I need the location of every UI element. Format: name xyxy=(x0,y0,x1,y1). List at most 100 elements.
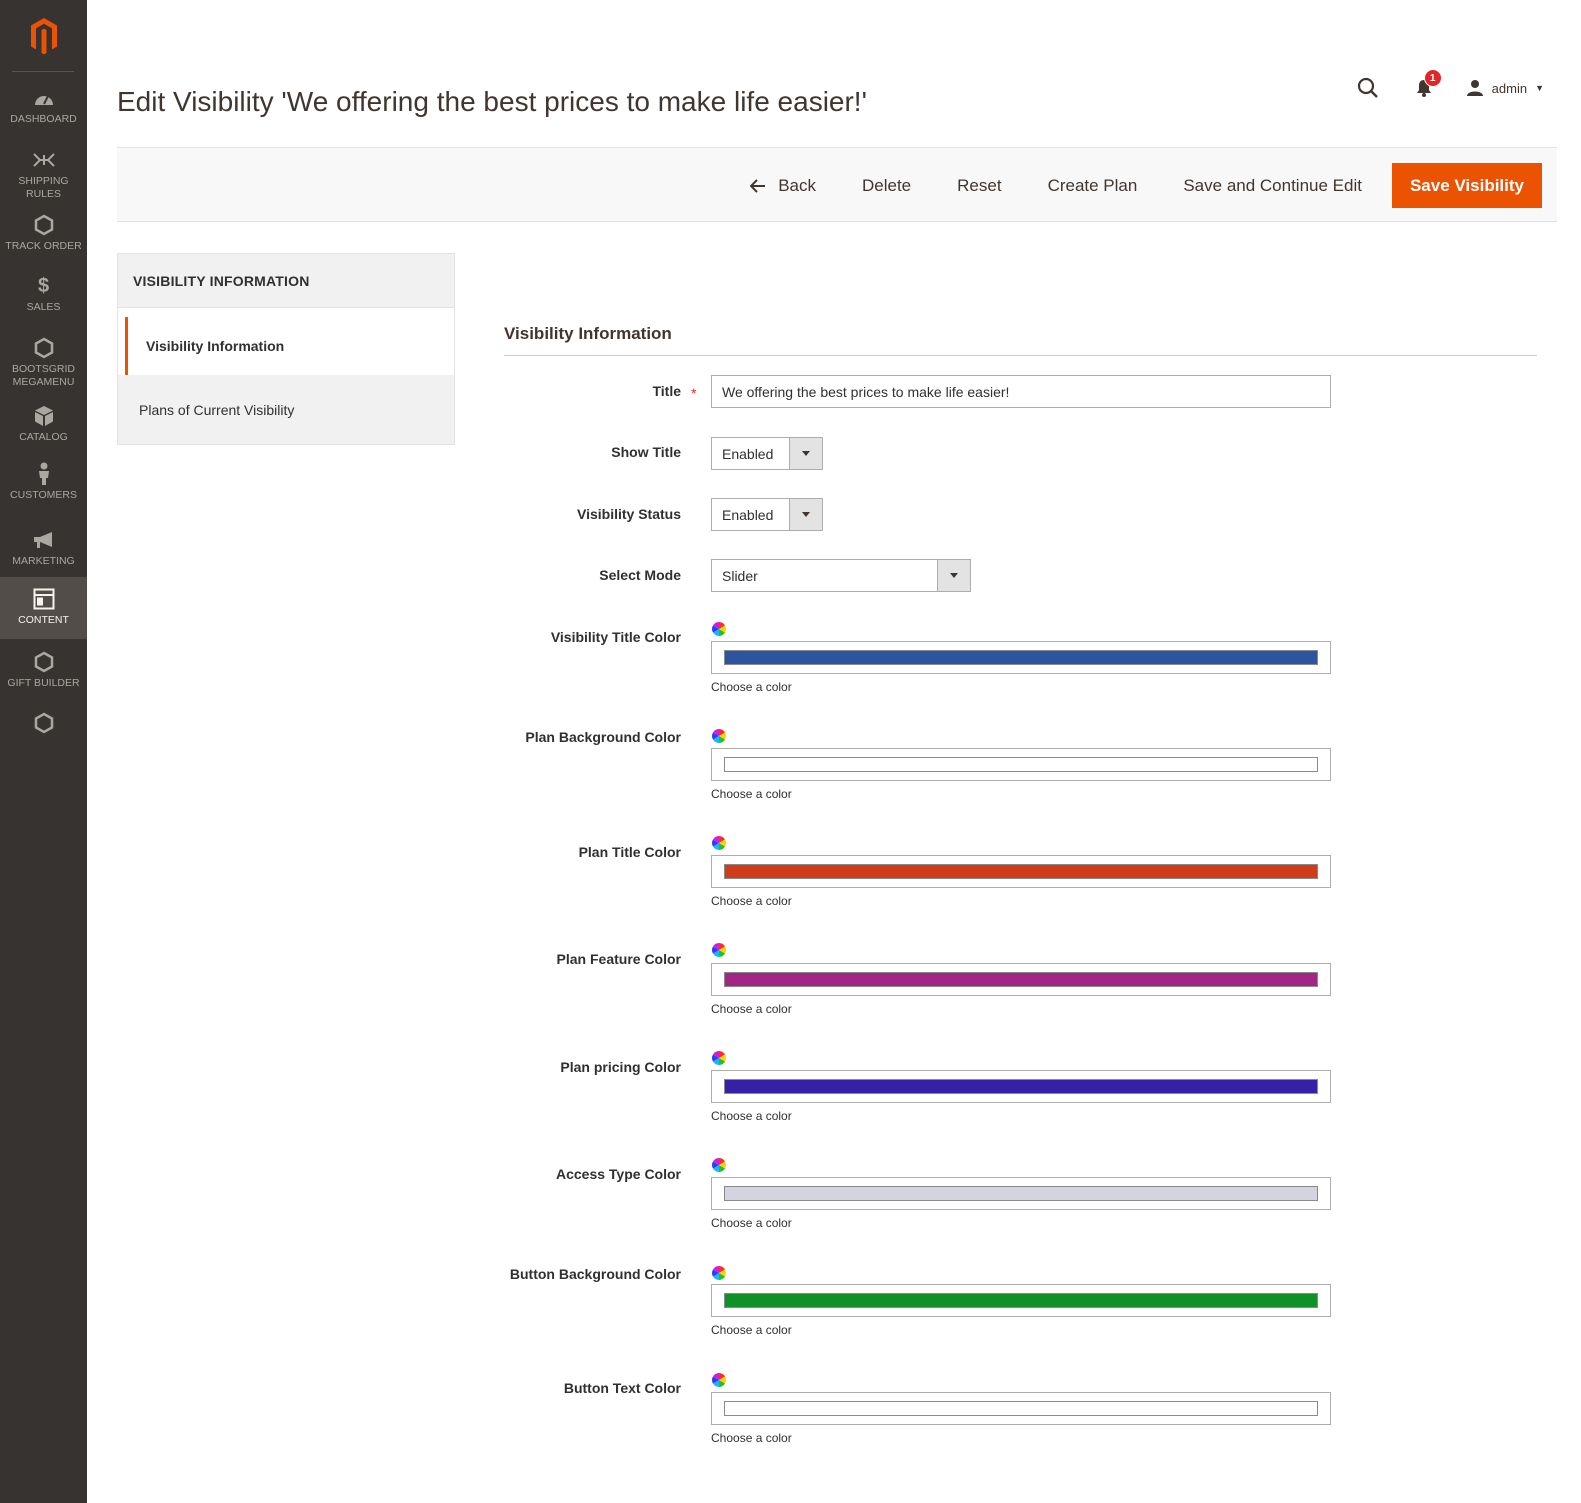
dollar-icon: $ xyxy=(37,274,50,297)
chevron-down-icon: ▼ xyxy=(1535,83,1544,93)
sidebar-item-sales[interactable]: $ Sales xyxy=(0,274,87,316)
sidebar-item-shipping-rules[interactable]: Shipping Rules xyxy=(0,148,87,202)
color-wheel-icon[interactable] xyxy=(711,621,727,637)
visibility-tabs: VISIBILITY INFORMATION Visibility Inform… xyxy=(117,253,455,445)
show-title-select[interactable]: Enabled xyxy=(711,437,823,470)
section-divider xyxy=(504,355,1537,356)
delete-button[interactable]: Delete xyxy=(839,163,934,208)
choose-color-hint: Choose a color xyxy=(711,1216,792,1230)
create-plan-button[interactable]: Create Plan xyxy=(1025,163,1161,208)
color-swatch-input[interactable] xyxy=(711,855,1331,888)
sidebar-item-track-order[interactable]: Track Order xyxy=(0,213,87,255)
person-icon xyxy=(37,462,51,486)
color-wheel-icon[interactable] xyxy=(711,1050,727,1066)
color-label: Plan Feature Color xyxy=(556,951,681,967)
show-title-label: Show Title xyxy=(611,444,681,460)
chevron-down-icon xyxy=(789,499,822,530)
page-actions-bar: Back Delete Reset Create Plan Save and C… xyxy=(117,147,1557,222)
shipping-icon xyxy=(32,148,56,172)
hexagon-icon xyxy=(34,336,54,360)
hexagon-icon xyxy=(34,213,54,237)
select-mode-select[interactable]: Slider xyxy=(711,559,971,592)
title-input[interactable] xyxy=(711,375,1331,408)
color-fill xyxy=(724,1401,1318,1416)
page-actions: Back Delete Reset Create Plan Save and C… xyxy=(727,163,1542,208)
sidebar-item-gift-builder[interactable]: Gift Builder xyxy=(0,650,87,692)
color-swatch-input[interactable] xyxy=(711,748,1331,781)
sidebar-item-customers[interactable]: Customers xyxy=(0,462,87,506)
arrow-left-icon xyxy=(750,178,766,193)
visibility-status-label: Visibility Status xyxy=(577,506,681,522)
color-swatch-input[interactable] xyxy=(711,1177,1331,1210)
sidebar-item-dashboard[interactable]: Dashboard xyxy=(0,86,87,134)
sidebar-item-extension[interactable] xyxy=(0,711,87,741)
required-asterisk: * xyxy=(691,385,697,401)
color-wheel-icon[interactable] xyxy=(711,1157,727,1173)
color-label: Plan Background Color xyxy=(525,729,681,745)
visibility-status-value: Enabled xyxy=(722,506,774,523)
color-label: Visibility Title Color xyxy=(550,629,681,645)
show-title-value: Enabled xyxy=(722,445,774,462)
color-swatch-input[interactable] xyxy=(711,963,1331,996)
user-menu[interactable]: admin ▼ xyxy=(1466,79,1544,97)
choose-color-hint: Choose a color xyxy=(711,894,792,908)
color-fill xyxy=(724,864,1318,879)
page-title: Edit Visibility 'We offering the best pr… xyxy=(117,86,867,117)
tab-plans-of-current-visibility[interactable]: Plans of Current Visibility xyxy=(117,375,455,445)
color-swatch-input[interactable] xyxy=(711,1070,1331,1103)
admin-sidebar: Dashboard Shipping Rules Track Order $ S… xyxy=(0,0,87,1503)
tabs-heading: VISIBILITY INFORMATION xyxy=(117,253,455,307)
notification-count-badge: 1 xyxy=(1423,69,1442,87)
color-label: Plan pricing Color xyxy=(560,1059,681,1075)
search-icon[interactable] xyxy=(1356,76,1380,100)
save-and-continue-button[interactable]: Save and Continue Edit xyxy=(1160,163,1385,208)
sidebar-item-content[interactable]: Content xyxy=(0,577,87,639)
visibility-status-select[interactable]: Enabled xyxy=(711,498,823,531)
user-icon xyxy=(1466,80,1483,96)
sidebar-item-catalog[interactable]: Catalog xyxy=(0,404,87,446)
megaphone-icon xyxy=(32,528,56,552)
color-fill xyxy=(724,1079,1318,1094)
sidebar-item-bootsgrid-megamenu[interactable]: Bootsgrid Megamenu xyxy=(0,336,87,390)
notifications-button[interactable]: 1 xyxy=(1416,69,1442,97)
color-swatch-input[interactable] xyxy=(711,641,1331,674)
choose-color-hint: Choose a color xyxy=(711,1323,792,1337)
reset-button[interactable]: Reset xyxy=(934,163,1024,208)
choose-color-hint: Choose a color xyxy=(711,680,792,694)
save-visibility-button[interactable]: Save Visibility xyxy=(1391,163,1542,208)
choose-color-hint: Choose a color xyxy=(711,1109,792,1123)
choose-color-hint: Choose a color xyxy=(711,1002,792,1016)
magento-logo[interactable] xyxy=(0,0,87,72)
hexagon-icon xyxy=(34,650,54,674)
chevron-down-icon xyxy=(789,438,822,469)
color-fill xyxy=(724,1186,1318,1201)
color-fill xyxy=(724,972,1318,987)
choose-color-hint: Choose a color xyxy=(711,787,792,801)
color-wheel-icon[interactable] xyxy=(711,942,727,958)
color-label: Button Background Color xyxy=(509,1266,681,1282)
color-label: Plan Title Color xyxy=(578,844,681,860)
layout-icon xyxy=(33,587,55,611)
page: Dashboard Shipping Rules Track Order $ S… xyxy=(0,0,1581,1503)
color-swatch-input[interactable] xyxy=(711,1392,1331,1425)
select-mode-value: Slider xyxy=(722,567,758,584)
color-wheel-icon[interactable] xyxy=(711,1372,727,1388)
color-fill xyxy=(724,757,1318,772)
tab-visibility-information[interactable]: Visibility Information xyxy=(125,317,454,375)
user-name: admin xyxy=(1491,80,1528,96)
color-label: Access Type Color xyxy=(555,1166,681,1182)
sidebar-item-marketing[interactable]: Marketing xyxy=(0,528,87,568)
color-wheel-icon[interactable] xyxy=(711,1265,727,1281)
chevron-down-icon xyxy=(937,560,970,591)
color-fill xyxy=(724,650,1318,665)
logo-divider xyxy=(12,71,74,72)
color-wheel-icon[interactable] xyxy=(711,835,727,851)
dashboard-icon xyxy=(33,86,55,110)
back-button[interactable]: Back xyxy=(727,163,839,208)
color-swatch-input[interactable] xyxy=(711,1284,1331,1317)
color-wheel-icon[interactable] xyxy=(711,728,727,744)
section-title: Visibility Information xyxy=(504,324,672,343)
title-label: Title xyxy=(652,383,681,399)
cube-icon xyxy=(34,404,54,428)
choose-color-hint: Choose a color xyxy=(711,1431,792,1445)
